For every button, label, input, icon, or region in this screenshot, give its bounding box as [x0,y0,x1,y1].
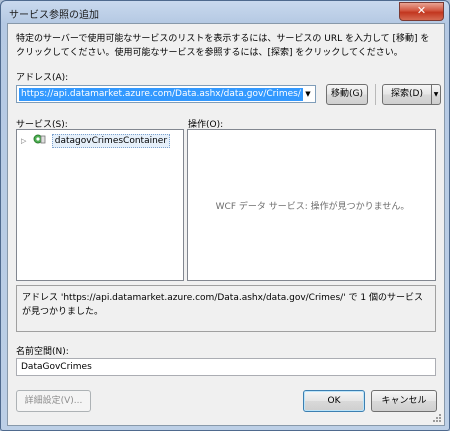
address-combobox[interactable]: https://api.datamarket.azure.com/Data.as… [16,85,316,103]
address-input-value[interactable]: https://api.datamarket.azure.com/Data.as… [19,88,303,101]
cancel-button[interactable]: キャンセル [371,390,437,412]
instructions-text: 特定のサーバーで使用可能なサービスのリストを表示するには、サービスの URL を… [16,34,430,58]
services-tree[interactable]: ▷ datagovCrimesContainer [16,129,184,281]
namespace-label: 名前空間(N): [16,347,69,357]
tree-item-datagovcrimescontainer[interactable]: ▷ datagovCrimesContainer [21,133,171,148]
add-service-reference-dialog: サービス参照の追加 ✕ 特定のサーバーで使用可能なサービスのリストを表示するには… [0,0,450,431]
toolbar-separator [375,84,376,105]
advanced-settings-button[interactable]: 詳細設定(V)... [16,390,91,412]
namespace-input[interactable]: DataGovCrimes [16,358,436,376]
ok-button[interactable]: OK [303,390,365,412]
discover-dropdown-chevron-down-icon[interactable]: ▼ [431,84,441,105]
go-button[interactable]: 移動(G) [326,84,368,105]
status-message: アドレス 'https://api.datamarket.azure.com/D… [16,285,436,332]
operations-empty-message: WCF データ サービス: 操作が見つかりません。 [215,202,410,212]
operations-list[interactable]: WCF データ サービス: 操作が見つかりません。 [187,129,436,281]
address-label: アドレス(A): [16,73,69,83]
dialog-client-area: 特定のサーバーで使用可能なサービスのリストを表示するには、サービスの URL を… [7,23,445,426]
service-globe-icon [33,133,46,148]
title-bar[interactable]: サービス参照の追加 ✕ [1,1,449,23]
tree-item-label[interactable]: datagovCrimesContainer [51,134,171,148]
tree-expand-arrow-icon[interactable]: ▷ [21,137,29,145]
close-button[interactable]: ✕ [399,2,444,21]
window-title: サービス参照の追加 [9,10,99,21]
discover-button[interactable]: 探索(D) [382,84,432,105]
chevron-down-icon[interactable]: ▼ [301,86,315,102]
resize-grip-icon[interactable] [432,413,442,423]
